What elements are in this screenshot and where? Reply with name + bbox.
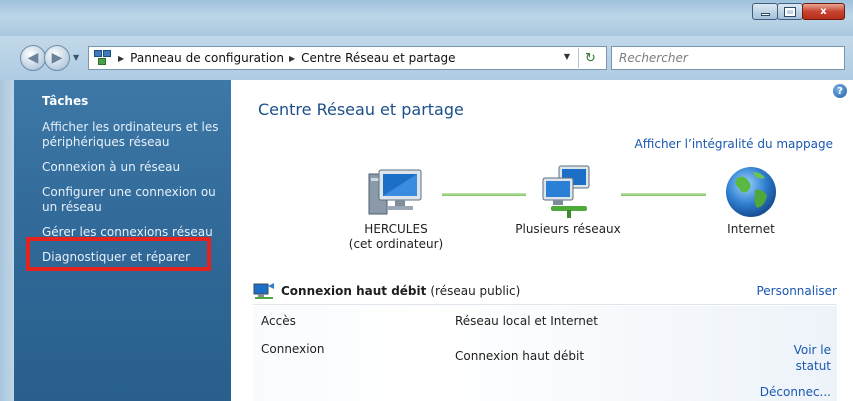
forward-arrow-icon: ▶: [51, 50, 63, 66]
connection-details-body: Accès Réseau local et Internet Connexion…: [253, 306, 837, 401]
view-full-map-link[interactable]: Afficher l’intégralité du mappage: [635, 137, 833, 151]
address-bar[interactable]: ▶ Panneau de configuration ▶ Centre Rése…: [88, 46, 607, 70]
disconnect-link[interactable]: Déconnec...: [760, 385, 831, 399]
connection-icon: [253, 282, 274, 299]
tasks-title: Tâches: [42, 94, 89, 108]
internet-name: Internet: [727, 222, 775, 236]
connection-line: [621, 193, 706, 196]
breadcrumb-arrow-icon[interactable]: ▶: [118, 54, 124, 63]
main-content: ? Centre Réseau et partage Afficher l’in…: [231, 80, 853, 401]
maximize-icon: [784, 6, 796, 17]
close-button[interactable]: x: [802, 3, 845, 20]
task-setup-connection[interactable]: Configurer une connexion ou un réseau: [42, 185, 227, 215]
computer-subtitle: (cet ordinateur): [348, 237, 444, 251]
navigation-bar: ◀ ▶ ▼ ▶ Panneau de configuration ▶ Centr…: [0, 36, 853, 80]
customize-link[interactable]: Personnaliser: [756, 284, 837, 298]
computer-icon: [368, 169, 422, 215]
connection-type: (réseau public): [430, 283, 521, 298]
address-dropdown-icon[interactable]: ▼: [564, 52, 570, 61]
maximize-button[interactable]: [777, 3, 803, 20]
connection-header: Connexion haut débit (réseau public) Per…: [253, 277, 837, 305]
help-button[interactable]: ?: [833, 84, 847, 98]
minimize-button[interactable]: [752, 3, 778, 20]
globe-icon: [726, 167, 776, 217]
search-placeholder: Rechercher: [619, 51, 688, 65]
connection-details: Connexion haut débit (réseau public) Per…: [253, 277, 837, 401]
network-icon: [93, 49, 113, 67]
connection-name: Connexion haut débit: [281, 283, 427, 298]
connection-label: Connexion: [261, 342, 325, 356]
caption-buttons: x: [752, 3, 845, 20]
view-status-link[interactable]: Voir le statut: [771, 342, 831, 374]
breadcrumb-control-panel[interactable]: Panneau de configuration: [130, 51, 284, 65]
access-label: Accès: [261, 314, 296, 328]
network-computers-icon: [542, 165, 590, 218]
task-view-computers[interactable]: Afficher les ordinateurs et les périphér…: [42, 120, 227, 150]
refresh-icon: ↻: [585, 50, 596, 66]
highlight-box: [26, 237, 211, 271]
window-frame-edge: [0, 80, 14, 401]
minimize-icon: [760, 12, 770, 16]
forward-button[interactable]: ▶: [44, 45, 70, 71]
search-input[interactable]: Rechercher: [611, 46, 845, 70]
refresh-button[interactable]: ↻: [578, 48, 602, 68]
back-button[interactable]: ◀: [20, 45, 46, 71]
task-connect-network[interactable]: Connexion à un réseau: [42, 160, 227, 175]
network-name: Plusieurs réseaux: [515, 222, 621, 236]
back-arrow-icon: ◀: [27, 50, 39, 66]
map-node-networks[interactable]: Plusieurs réseaux: [503, 164, 633, 237]
page-title: Centre Réseau et partage: [258, 100, 464, 119]
map-node-internet[interactable]: Internet: [701, 164, 801, 237]
access-value: Réseau local et Internet: [455, 314, 598, 328]
map-node-computer[interactable]: HERCULES (cet ordinateur): [326, 164, 466, 252]
breadcrumb-network-center[interactable]: Centre Réseau et partage: [301, 51, 455, 65]
window-title-bar: x: [0, 0, 853, 36]
history-dropdown-icon[interactable]: ▼: [73, 53, 79, 62]
breadcrumb-arrow-icon[interactable]: ▶: [289, 54, 295, 63]
computer-name: HERCULES: [364, 222, 428, 236]
connection-value: Connexion haut débit: [455, 349, 585, 363]
help-icon: ?: [837, 85, 843, 97]
